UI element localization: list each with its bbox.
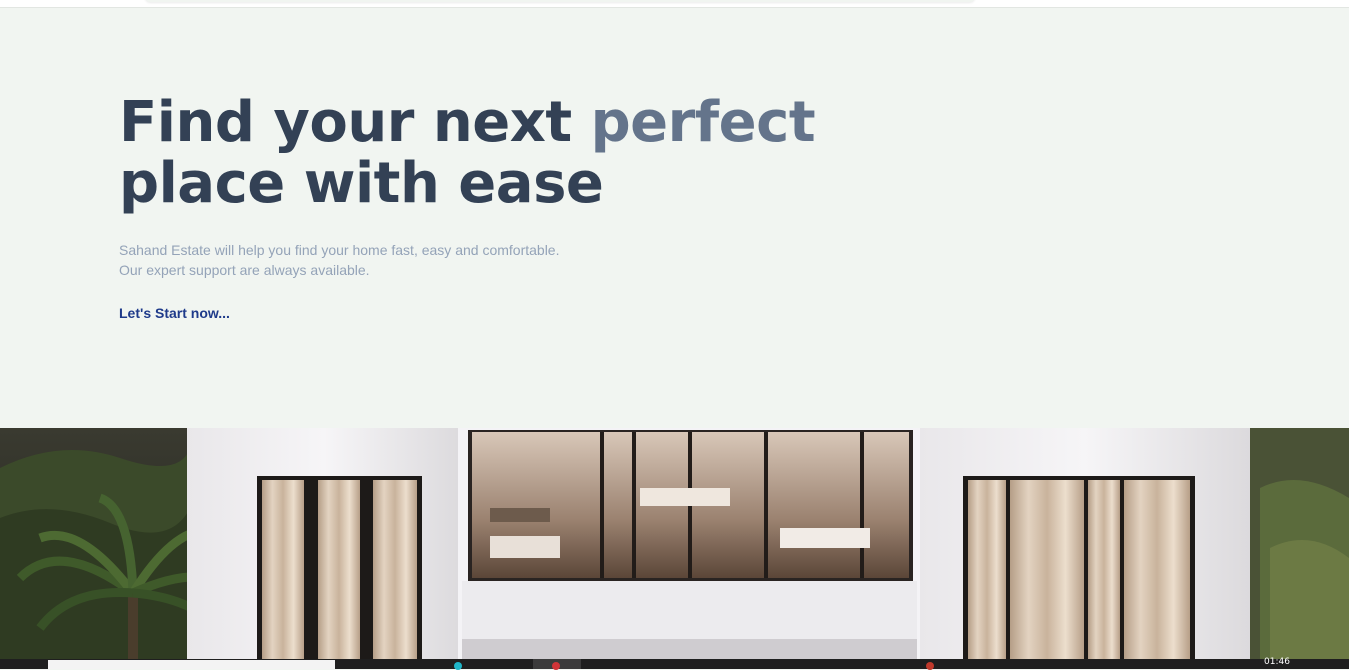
headline-part2: place with ease	[119, 151, 604, 216]
hero-headline: Find your next perfect place with ease	[119, 92, 839, 214]
house-illustration	[0, 428, 1349, 659]
hero-description-line1: Sahand Estate will help you find your ho…	[119, 242, 560, 258]
hero-description-line2: Our expert support are always available.	[119, 262, 370, 278]
os-taskbar: 01:46	[0, 657, 1349, 670]
hero-house-image	[0, 428, 1349, 659]
headline-part1: Find your next	[119, 90, 591, 155]
hero-description: Sahand Estate will help you find your ho…	[119, 240, 639, 280]
header-search-bar[interactable]	[145, 0, 975, 2]
start-now-link[interactable]: Let's Start now...	[119, 305, 230, 321]
hero-section: Find your next perfect place with ease Sa…	[0, 8, 1349, 428]
headline-accent: perfect	[590, 90, 816, 155]
taskbar-clock[interactable]: 01:46	[1264, 657, 1290, 667]
taskbar-search-box[interactable]	[48, 660, 335, 669]
top-header-bar	[0, 0, 1349, 8]
